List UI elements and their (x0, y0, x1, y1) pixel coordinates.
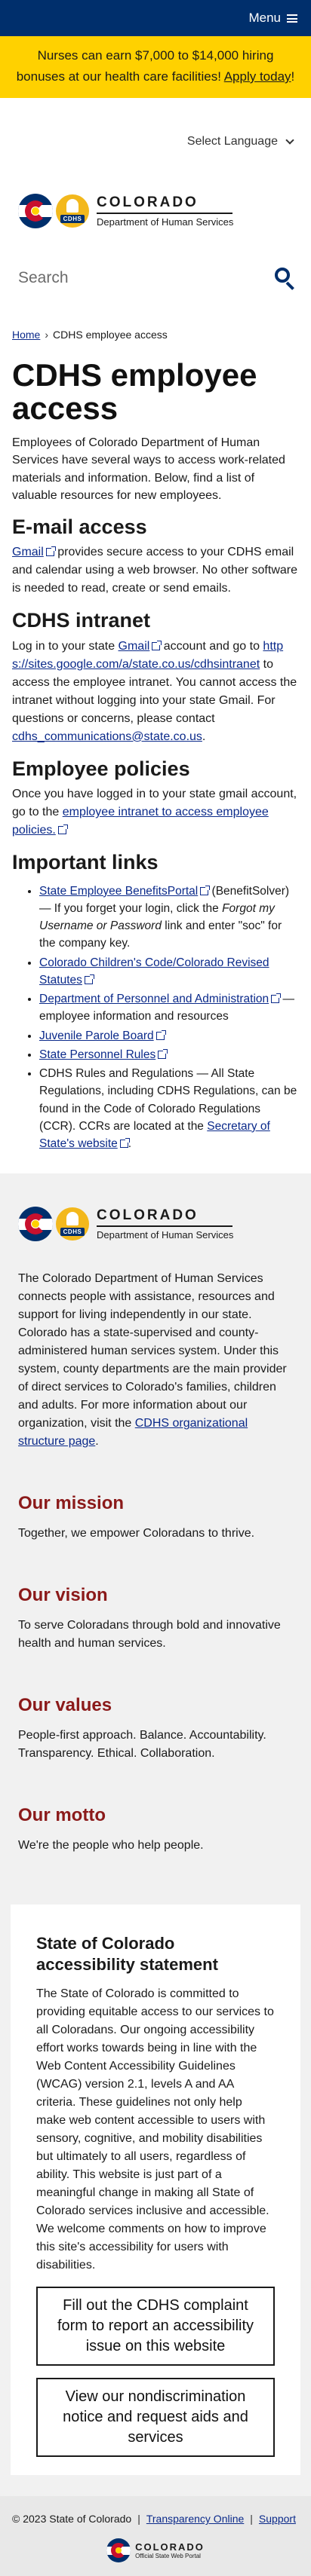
benefits-portal-link[interactable]: State Employee BenefitsPortal (39, 885, 198, 898)
top-navbar: Menu (0, 0, 311, 36)
external-link-icon (200, 885, 211, 895)
language-label: Select Language (186, 135, 278, 148)
cdhs-seal-icon: CDHS (56, 194, 89, 228)
policies-heading: Employee policies (12, 757, 190, 780)
footer-logo[interactable]: CDHS COLORADO Department of Human Servic… (18, 1201, 293, 1247)
accessibility-section: State of Colorado accessibility statemen… (0, 1870, 311, 2497)
external-link-icon (158, 1048, 168, 1059)
mission-heading: Our mission (18, 1493, 125, 1514)
list-item: Colorado Children's Code/Colorado Revise… (39, 954, 299, 990)
external-link-icon (84, 974, 94, 984)
menu-label: Menu (248, 11, 281, 25)
intro-text: Employees of Colorado Department of Huma… (12, 436, 285, 502)
site-footer: CDHS COLORADO Department of Human Servic… (0, 1173, 311, 1871)
about-text: The Colorado Department of Human Service… (18, 1272, 287, 1449)
email-text: Gmail provides secure access to your CDH… (12, 546, 297, 595)
state-portal-logo[interactable]: COLORADO Official State Web Portal (12, 2538, 299, 2563)
mission-text: Together, we empower Coloradans to thriv… (18, 1527, 255, 1540)
bottom-bar: © 2023 State of Colorado | Transparency … (0, 2496, 311, 2576)
personnel-rules-link[interactable]: State Personnel Rules (39, 1048, 156, 1061)
support-link[interactable]: Support (259, 2513, 296, 2525)
logo-mark: CDHS (18, 194, 89, 229)
main-content: CDHS employee access Employees of Colora… (0, 345, 311, 1173)
juvenile-parole-link[interactable]: Juvenile Parole Board (39, 1029, 154, 1042)
motto-text: We're the people who help people. (18, 1839, 204, 1852)
breadcrumb-current: CDHS employee access (53, 329, 168, 341)
external-link-icon (271, 993, 282, 1004)
brand-department: Department of Human Services (97, 216, 234, 228)
intranet-text: Log in to your state Gmail account and g… (12, 639, 297, 743)
breadcrumb-home[interactable]: Home (12, 329, 40, 341)
colorado-c-logo-icon (18, 194, 53, 229)
search-bar (0, 237, 311, 320)
logo-mark: CDHS (18, 1207, 89, 1242)
separator: | (137, 2513, 140, 2526)
links-heading: Important links (12, 851, 159, 874)
complaint-form-button[interactable]: Fill out the CDHS complaint form to repo… (36, 2287, 275, 2366)
vision-text: To serve Coloradans through bold and inn… (18, 1619, 281, 1651)
portal-name: COLORADO (135, 2541, 205, 2553)
list-item: CDHS Rules and Regulations — All State R… (39, 1065, 299, 1152)
childrens-code-link[interactable]: Colorado Children's Code/Colorado Revise… (39, 956, 269, 987)
policies-text: Once you have logged in to your state gm… (12, 788, 297, 837)
breadcrumb: Home › CDHS employee access (0, 324, 311, 345)
nondiscrimination-notice-button[interactable]: View our nondiscrimination notice and re… (36, 2378, 275, 2458)
banner-suffix: ! (291, 69, 295, 84)
list-item: State Personnel Rules (39, 1046, 299, 1063)
external-link-icon (57, 825, 68, 835)
external-link-icon (156, 1029, 166, 1040)
site-logo[interactable]: CDHS COLORADO Department of Human Servic… (0, 185, 311, 237)
external-link-icon (119, 1138, 130, 1149)
brand-divider (97, 1225, 232, 1228)
personnel-administration-link[interactable]: Department of Personnel and Administrati… (39, 993, 269, 1005)
brand-department: Department of Human Services (97, 1229, 234, 1241)
gmail-link[interactable]: Gmail (12, 546, 44, 558)
separator: | (250, 2513, 253, 2526)
accessibility-title: State of Colorado accessibility statemen… (36, 1934, 218, 1974)
menu-button[interactable]: Menu (248, 11, 297, 26)
email-heading: E-mail access (12, 516, 147, 539)
list-item: State Employee BenefitsPortal (BenefitSo… (39, 883, 299, 953)
chevron-down-icon (285, 136, 294, 145)
cdhs-seal-icon: CDHS (56, 1207, 89, 1241)
transparency-online-link[interactable]: Transparency Online (146, 2513, 244, 2525)
alert-banner: Nurses can earn $7,000 to $14,000 hiring… (0, 36, 311, 99)
external-link-icon (152, 640, 162, 650)
apply-today-link[interactable]: Apply today (224, 69, 291, 84)
search-input[interactable] (18, 269, 272, 288)
values-heading: Our values (18, 1695, 112, 1716)
copyright-text: © 2023 State of Colorado (12, 2513, 132, 2526)
motto-heading: Our motto (18, 1805, 106, 1826)
communications-email-link[interactable]: cdhs_communications@state.co.us (12, 730, 202, 743)
accessibility-card: State of Colorado accessibility statemen… (11, 1904, 300, 2476)
search-icon (275, 268, 290, 283)
list-item: Department of Personnel and Administrati… (39, 990, 299, 1026)
bottom-links: © 2023 State of Colorado | Transparency … (12, 2513, 299, 2525)
hamburger-icon (287, 14, 297, 23)
logo-text: COLORADO Department of Human Services (94, 194, 233, 228)
colorado-c-logo-icon (18, 1207, 53, 1242)
gmail-link-2[interactable]: Gmail (119, 640, 150, 653)
external-link-icon (45, 546, 56, 557)
important-links-list: State Employee BenefitsPortal (BenefitSo… (12, 883, 299, 1153)
list-item: Juvenile Parole Board (39, 1027, 299, 1045)
colorado-c-logo-icon (106, 2538, 131, 2563)
logo-text: COLORADO Department of Human Services (94, 1207, 233, 1241)
brand-divider (97, 213, 232, 215)
language-selector[interactable]: Select Language (0, 98, 311, 185)
vision-heading: Our vision (18, 1585, 108, 1606)
breadcrumb-separator: › (45, 329, 49, 341)
search-button[interactable] (272, 265, 299, 292)
page-title: CDHS employee access (12, 357, 257, 427)
portal-text: COLORADO Official State Web Portal (135, 2541, 205, 2559)
brand-name: COLORADO (97, 194, 199, 211)
brand-name: COLORADO (97, 1207, 199, 1224)
accessibility-text: The State of Colorado is committed to pr… (36, 1987, 274, 2272)
intranet-heading: CDHS intranet (12, 609, 151, 632)
portal-subtitle: Official State Web Portal (135, 2553, 201, 2560)
values-text: People-first approach. Balance. Accounta… (18, 1729, 266, 1761)
